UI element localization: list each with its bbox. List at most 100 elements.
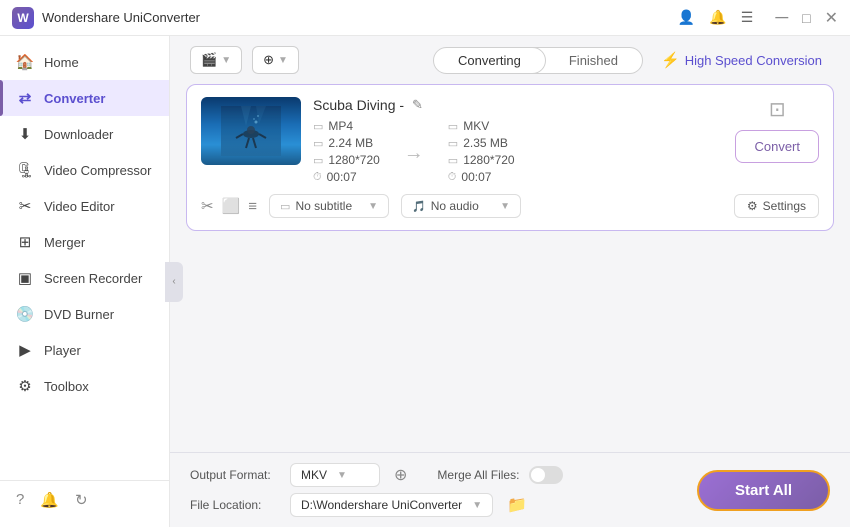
menu-icon[interactable]: ☰	[741, 9, 754, 26]
file-target-info: ▭ MKV ▭ 2.35 MB ▭ 1280*720	[448, 119, 515, 184]
tab-converting[interactable]: Converting	[433, 47, 546, 74]
file-location-row: File Location: D:\Wondershare UniConvert…	[190, 493, 563, 517]
bell-icon[interactable]: 🔔	[709, 9, 726, 26]
player-icon: ▶	[16, 341, 34, 359]
notification-icon[interactable]: 🔔	[40, 491, 59, 509]
copy-to-device-icon[interactable]: ⊡	[769, 97, 786, 122]
sync-icon[interactable]: ↻	[75, 491, 88, 509]
target-format-icon: ▭	[448, 120, 458, 133]
sidebar-item-video-editor[interactable]: ✂ Video Editor	[0, 188, 169, 224]
question-icon[interactable]: ?	[16, 491, 24, 509]
file-card-top: Scuba Diving - ✎ ▭ MP4 ▭	[201, 97, 819, 184]
file-thumbnail	[201, 97, 301, 165]
file-info: Scuba Diving - ✎ ▭ MP4 ▭	[313, 97, 723, 184]
target-format-row: ▭ MKV	[448, 119, 515, 133]
source-duration-row: ⏱ 00:07	[313, 170, 380, 184]
sidebar-item-merger[interactable]: ⊞ Merger	[0, 224, 169, 260]
target-size-row: ▭ 2.35 MB	[448, 136, 515, 150]
trim-icon[interactable]: ✂	[201, 197, 214, 215]
compressor-icon: 🗜	[16, 161, 34, 179]
close-button[interactable]: ✕	[825, 8, 838, 28]
titlebar-controls: 👤 🔔 ☰ ─ □ ✕	[678, 7, 838, 28]
size-icon: ▭	[313, 137, 323, 150]
sidebar-item-dvd-burner[interactable]: 💿 DVD Burner	[0, 296, 169, 332]
sidebar-item-downloader[interactable]: ⬇ Downloader	[0, 116, 169, 152]
minimize-button[interactable]: ─	[775, 7, 788, 28]
file-card-bottom: ✂ ⬜ ≡ ▭ No subtitle ▼ 🎵 No audio ▼	[201, 194, 819, 218]
merger-icon: ⊞	[16, 233, 34, 251]
settings-label: Settings	[763, 199, 806, 213]
lightning-icon: ⚡	[661, 51, 680, 69]
edit-icon[interactable]: ✎	[412, 97, 423, 113]
convert-button[interactable]: Convert	[735, 130, 819, 163]
add-file-button[interactable]: 🎬 ▼	[190, 46, 242, 74]
downloader-icon: ⬇	[16, 125, 34, 143]
bottom-left-rows: Output Format: MKV ▼ ⊕ Merge All Files:	[190, 463, 563, 517]
user-icon[interactable]: 👤	[678, 9, 695, 26]
effect-icon[interactable]: ≡	[248, 198, 257, 215]
source-format: MP4	[328, 119, 353, 133]
subtitle-label: No subtitle	[295, 199, 352, 213]
home-icon: 🏠	[16, 53, 34, 71]
audio-dropdown[interactable]: 🎵 No audio ▼	[401, 194, 521, 218]
main-layout: 🏠 Home ⇄ Converter ⬇ Downloader 🗜 Video …	[0, 36, 850, 527]
maximize-button[interactable]: □	[802, 10, 810, 26]
sidebar-item-toolbox-label: Toolbox	[44, 379, 89, 394]
app-logo: W	[12, 7, 34, 29]
tab-finished[interactable]: Finished	[545, 48, 642, 73]
target-resolution: 1280*720	[463, 153, 514, 167]
toolbar: 🎬 ▼ ⊕ ▼ Converting Finished ⚡ High Speed…	[170, 36, 850, 84]
output-format-label: Output Format:	[190, 468, 280, 482]
target-dur-icon: ⏱	[448, 171, 457, 184]
bottom-actions: Output Format: MKV ▼ ⊕ Merge All Files:	[190, 463, 830, 517]
merge-files-toggle[interactable]	[529, 466, 563, 484]
subtitle-dropdown[interactable]: ▭ No subtitle ▼	[269, 194, 389, 218]
format-icon: ▭	[313, 120, 323, 133]
source-format-row: ▭ MP4	[313, 119, 380, 133]
file-path-value: D:\Wondershare UniConverter	[301, 498, 462, 512]
toolbox-icon: ⚙	[16, 377, 34, 395]
high-speed-button[interactable]: ⚡ High Speed Conversion	[653, 47, 830, 73]
titlebar-left: W Wondershare UniConverter	[12, 7, 200, 29]
toggle-knob	[531, 468, 545, 482]
sidebar-item-home[interactable]: 🏠 Home	[0, 44, 169, 80]
sidebar-item-converter-label: Converter	[44, 91, 105, 106]
file-name: Scuba Diving -	[313, 97, 404, 113]
output-format-select[interactable]: MKV ▼	[290, 463, 380, 487]
sidebar-item-merger-label: Merger	[44, 235, 85, 250]
sidebar-collapse-button[interactable]: ‹	[165, 262, 183, 302]
target-size: 2.35 MB	[463, 136, 508, 150]
sidebar-item-toolbox[interactable]: ⚙ Toolbox	[0, 368, 169, 404]
sidebar-item-converter[interactable]: ⇄ Converter	[0, 80, 169, 116]
target-duration: 00:07	[461, 170, 491, 184]
editor-icon: ✂	[16, 197, 34, 215]
add-file-dropdown-icon: ▼	[221, 55, 231, 66]
merge-files-label: Merge All Files:	[437, 468, 519, 482]
start-all-button[interactable]: Start All	[697, 470, 830, 511]
sidebar-item-editor-label: Video Editor	[44, 199, 115, 214]
file-card: Scuba Diving - ✎ ▭ MP4 ▭	[186, 84, 834, 231]
settings-button[interactable]: ⚙ Settings	[734, 194, 819, 218]
converter-icon: ⇄	[16, 89, 34, 107]
duration-icon: ⏱	[313, 171, 322, 184]
output-settings-icon[interactable]: ⊕	[394, 465, 407, 485]
audio-dropdown-arrow: ▼	[500, 201, 510, 212]
sidebar-item-video-compressor[interactable]: 🗜 Video Compressor	[0, 152, 169, 188]
sidebar-item-screen-recorder[interactable]: ▣ Screen Recorder	[0, 260, 169, 296]
file-list-area: Scuba Diving - ✎ ▭ MP4 ▭	[170, 84, 850, 452]
content-area: 🎬 ▼ ⊕ ▼ Converting Finished ⚡ High Speed…	[170, 36, 850, 527]
browse-folder-button[interactable]: 📁	[507, 495, 527, 515]
target-res-icon: ▭	[448, 154, 458, 167]
source-duration: 00:07	[327, 170, 357, 184]
sidebar: 🏠 Home ⇄ Converter ⬇ Downloader 🗜 Video …	[0, 36, 170, 527]
dvd-icon: 💿	[16, 305, 34, 323]
settings-icon: ⚙	[747, 199, 758, 213]
add-dvd-button[interactable]: ⊕ ▼	[252, 46, 299, 74]
subtitle-dropdown-arrow: ▼	[368, 201, 378, 212]
sidebar-item-player[interactable]: ▶ Player	[0, 332, 169, 368]
thumbnail-image	[221, 106, 281, 156]
crop-icon[interactable]: ⬜	[222, 197, 241, 215]
file-location-select[interactable]: D:\Wondershare UniConverter ▼	[290, 493, 493, 517]
target-format: MKV	[463, 119, 489, 133]
target-size-icon: ▭	[448, 137, 458, 150]
